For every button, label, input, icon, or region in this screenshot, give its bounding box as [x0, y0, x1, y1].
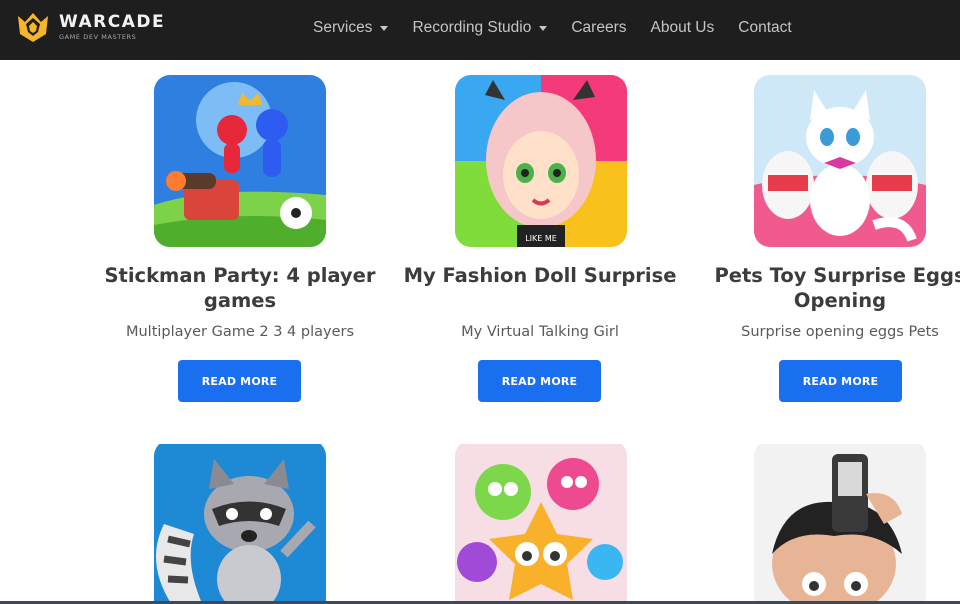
nav-contact[interactable]: Contact	[738, 19, 791, 37]
stickman-party-icon	[154, 75, 326, 247]
fashion-doll-thumbnail[interactable]: LIKE ME	[455, 75, 627, 247]
brand-name: WARCADE	[59, 11, 166, 32]
card-title[interactable]: My Fashion Doll Surprise	[390, 263, 690, 288]
nav-recording-studio-label: Recording Studio	[412, 19, 532, 36]
card-subtitle: My Virtual Talking Girl	[461, 324, 619, 340]
nav-about-us-label: About Us	[650, 19, 715, 36]
fashion-doll-icon: LIKE ME	[455, 75, 627, 247]
pets-toy-eggs-thumbnail[interactable]	[754, 75, 926, 247]
raccoon-game-thumbnail[interactable]	[154, 440, 326, 604]
card-title[interactable]: Stickman Party: 4 player games	[90, 263, 390, 313]
nav-services-label: Services	[313, 19, 373, 36]
nav-about-us[interactable]: About Us	[651, 19, 715, 37]
read-more-button[interactable]: READ MORE	[478, 360, 601, 402]
nav-recording-studio[interactable]: Recording Studio	[412, 19, 548, 37]
haircut-game-icon	[754, 444, 926, 604]
svg-text:LIKE ME: LIKE ME	[525, 234, 557, 243]
read-more-button[interactable]: READ MORE	[779, 360, 902, 402]
nav-contact-label: Contact	[738, 19, 792, 36]
brand-tagline: GAME DEV MASTERS	[59, 32, 137, 41]
brand-logo[interactable]: WARCADE GAME DEV MASTERS	[16, 10, 165, 44]
jelly-candy-game-icon	[455, 444, 627, 604]
main-nav: Services Recording Studio Careers About …	[313, 0, 816, 56]
stickman-party-thumbnail[interactable]	[154, 75, 326, 247]
caret-down-icon	[380, 25, 389, 31]
top-navbar: WARCADE GAME DEV MASTERS Services Record…	[0, 0, 960, 60]
crown-shield-logo-icon	[18, 13, 48, 42]
raccoon-game-icon	[154, 444, 326, 604]
card-title[interactable]: Pets Toy Surprise Eggs Opening	[690, 263, 960, 313]
card-subtitle: Multiplayer Game 2 3 4 players	[125, 324, 355, 340]
nav-careers-label: Careers	[571, 19, 627, 36]
nav-services[interactable]: Services	[313, 19, 389, 37]
card-subtitle: Surprise opening eggs Pets	[741, 324, 939, 340]
read-more-button[interactable]: READ MORE	[178, 360, 301, 402]
jelly-candy-game-thumbnail[interactable]	[455, 440, 627, 604]
nav-careers[interactable]: Careers	[571, 19, 626, 37]
haircut-game-thumbnail[interactable]	[754, 440, 926, 604]
caret-down-icon	[539, 25, 548, 31]
pets-toy-eggs-icon	[754, 75, 926, 247]
